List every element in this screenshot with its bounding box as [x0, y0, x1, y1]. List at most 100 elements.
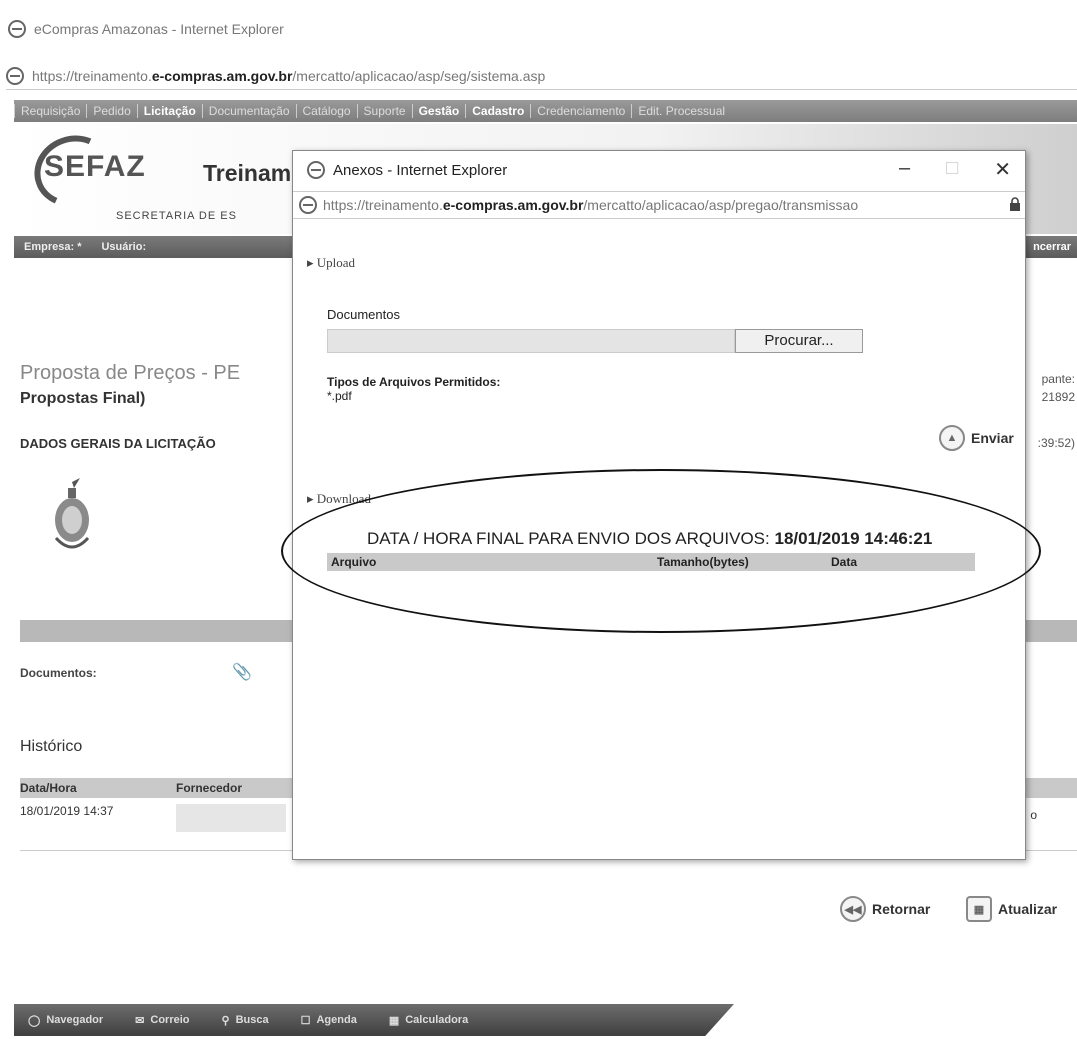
anexos-popup-window: Anexos - Internet Explorer – □ ✕ https:/… [281, 150, 1041, 860]
window-title-bar: eCompras Amazonas - Internet Explorer [8, 20, 284, 38]
col-data-hora: Data/Hora [20, 781, 77, 795]
bullet-arrow-icon: ▸ [307, 491, 317, 506]
allowed-types-label: Tipos de Arquivos Permitidos: [327, 375, 501, 389]
lock-icon [1010, 197, 1020, 211]
popup-url-text[interactable]: https://treinamento.e-compras.am.gov.br/… [323, 197, 858, 213]
enviar-button[interactable]: ▲ Enviar [939, 425, 1014, 451]
agenda-button[interactable]: ☐ Agenda [301, 1014, 357, 1027]
close-icon[interactable]: ✕ [994, 157, 1011, 182]
app-title: Treinam [203, 160, 292, 186]
participante-info: pante: 21892 [1042, 370, 1075, 406]
secretaria-subtitle: SECRETARIA DE ES [116, 210, 237, 222]
atualizar-label: Atualizar [998, 901, 1058, 917]
deadline-text: DATA / HORA FINAL PARA ENVIO DOS ARQUIVO… [367, 529, 932, 549]
participante-number: 21892 [1041, 390, 1075, 404]
menu-item-requisicao[interactable]: Requisição [14, 104, 86, 118]
mail-icon: ✉ [135, 1014, 145, 1027]
historico-row-date: 18/01/2019 14:37 [20, 804, 114, 818]
allowed-types-value: *.pdf [327, 389, 352, 403]
calendar-icon: ☐ [300, 1014, 311, 1027]
save-disk-icon: ▦ [966, 896, 992, 922]
time-readout: :39:52) [1037, 436, 1075, 450]
upload-section-label[interactable]: ▸ Upload [307, 255, 355, 271]
encerrar-link[interactable]: ncerrar [1033, 236, 1071, 258]
empresa-label: Empresa: * [24, 241, 82, 253]
documentos-field-label: Documentos [327, 307, 400, 322]
navegador-label: Navegador [46, 1014, 104, 1026]
historico-title: Histórico [20, 738, 83, 755]
download-label-text: Download [316, 491, 371, 506]
minimize-icon[interactable]: – [899, 157, 910, 182]
procurar-button[interactable]: Procurar... [735, 329, 863, 353]
correio-label: Correio [150, 1014, 190, 1026]
documentos-label: Documentos: [20, 666, 97, 680]
upload-icon: ▲ [939, 425, 965, 451]
bottom-toolbar: ◯ Navegador ✉ Correio ⚲ Busca ☐ Agenda ▦ Calc… [14, 1004, 734, 1036]
navegador-button[interactable]: ◯ Navegador [28, 1014, 103, 1027]
main-menu: Requisição Pedido Licitação Documentação… [14, 100, 1077, 122]
ie-browser-icon [307, 161, 325, 179]
url-prefix: https://treinamento. [323, 197, 443, 213]
url-path: /mercatto/aplicacao/asp/pregao/transmiss… [583, 197, 859, 213]
calculator-icon: ▦ [388, 1014, 400, 1027]
file-path-input[interactable] [327, 329, 735, 353]
deadline-value: 18/01/2019 14:46:21 [774, 529, 933, 548]
menu-item-documentacao[interactable]: Documentação [201, 104, 296, 118]
popup-window-controls: – □ ✕ [899, 157, 1011, 182]
page-icon [299, 196, 317, 214]
atualizar-button[interactable]: ▦ Atualizar [966, 896, 1057, 922]
menu-item-edit-processual[interactable]: Edit. Processual [631, 104, 731, 118]
rewind-icon: ◀◀ [840, 896, 866, 922]
busca-button[interactable]: ⚲ Busca [222, 1014, 269, 1027]
menu-item-gestao[interactable]: Gestão [411, 104, 466, 118]
menu-item-pedido[interactable]: Pedido [86, 104, 136, 118]
window-title: eCompras Amazonas - Internet Explorer [34, 21, 284, 37]
menu-item-licitacao[interactable]: Licitação [136, 104, 202, 118]
col-data: Data [831, 555, 858, 569]
maximize-icon[interactable]: □ [946, 157, 958, 182]
address-bar[interactable]: https://treinamento.e-compras.am.gov.br/… [6, 62, 1077, 90]
popup-title: Anexos - Internet Explorer [333, 161, 508, 179]
url-path: /mercatto/aplicacao/asp/seg/sistema.asp [292, 67, 546, 84]
arquivos-table-header: Arquivo Tamanho(bytes) Data [327, 553, 975, 571]
paperclip-icon[interactable]: 📎 [232, 662, 252, 682]
historico-row-tail: o [1030, 808, 1037, 822]
download-section-label[interactable]: ▸ Download [307, 491, 371, 507]
agenda-label: Agenda [316, 1014, 357, 1026]
compass-icon: ◯ [28, 1014, 41, 1027]
bullet-arrow-icon: ▸ [307, 255, 317, 270]
calculadora-label: Calculadora [405, 1014, 469, 1026]
url-text[interactable]: https://treinamento.e-compras.am.gov.br/… [32, 68, 545, 84]
retornar-button[interactable]: ◀◀ Retornar [840, 896, 930, 922]
menu-item-credenciamento[interactable]: Credenciamento [530, 104, 631, 118]
redacted-supplier [176, 804, 286, 832]
deadline-label: DATA / HORA FINAL PARA ENVIO DOS ARQUIVO… [367, 529, 770, 548]
amazonas-emblem-icon [54, 478, 90, 549]
popup-address-bar[interactable]: https://treinamento.e-compras.am.gov.br/… [293, 191, 1025, 219]
correio-button[interactable]: ✉ Correio [135, 1014, 189, 1027]
calculadora-button[interactable]: ▦ Calculadora [389, 1014, 468, 1027]
url-host: e-compras.am.gov.br [151, 67, 293, 84]
menu-item-cadastro[interactable]: Cadastro [465, 104, 530, 118]
menu-item-catalogo[interactable]: Catálogo [295, 104, 357, 118]
participante-label: pante: [1041, 372, 1075, 386]
section-title-dados-gerais: DADOS GERAIS DA LICITAÇÃO [20, 436, 216, 451]
page-icon [6, 66, 24, 85]
upload-label-text: Upload [316, 255, 356, 270]
retornar-label: Retornar [872, 901, 931, 917]
page-subtitle: Propostas Final) [20, 390, 146, 407]
menu-item-suporte[interactable]: Suporte [356, 104, 412, 118]
enviar-label: Enviar [971, 430, 1014, 446]
col-fornecedor: Fornecedor [176, 781, 243, 795]
page-title: Proposta de Preços - PE [20, 362, 241, 384]
busca-label: Busca [235, 1014, 269, 1026]
url-host: e-compras.am.gov.br [442, 197, 584, 213]
col-arquivo: Arquivo [331, 555, 377, 569]
url-prefix: https://treinamento. [32, 67, 152, 84]
ie-browser-icon [8, 20, 26, 38]
usuario-label: Usuário: [101, 241, 147, 253]
highlight-ellipse [281, 469, 1041, 633]
sefaz-logo: SEFAZ [44, 150, 146, 183]
col-tamanho: Tamanho(bytes) [657, 555, 749, 569]
search-icon: ⚲ [221, 1014, 230, 1027]
